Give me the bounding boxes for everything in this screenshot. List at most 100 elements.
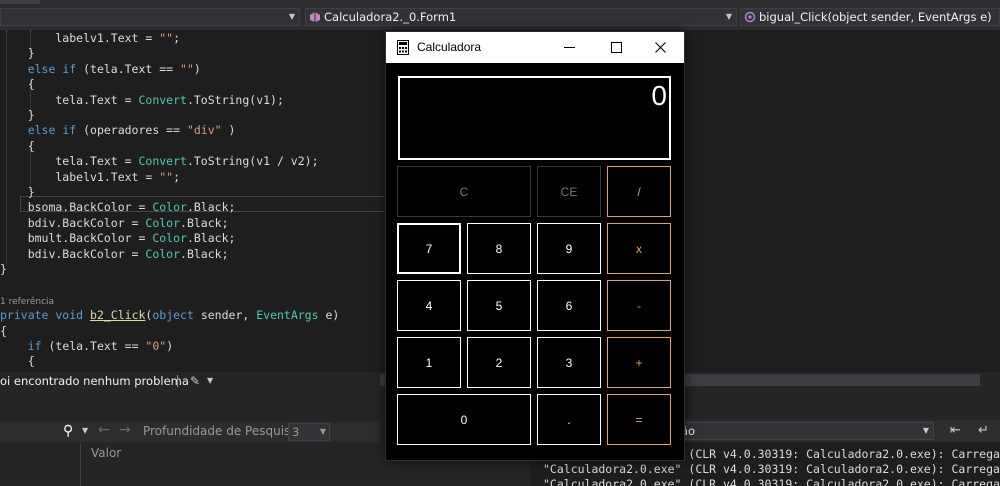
code-token: (tela.Text == [76, 61, 181, 76]
class-dropdown[interactable]: Calculadora2._0.Form1 ▼ [305, 8, 737, 26]
digit-8-button[interactable]: 8 [467, 223, 531, 274]
equals-button[interactable]: = [607, 394, 671, 445]
code-line[interactable]: } [0, 107, 35, 123]
maximize-icon [611, 42, 622, 53]
code-token: "div" [186, 123, 222, 138]
code-line[interactable]: bsoma.BackColor = Color.Black; [0, 199, 236, 215]
column-divider [80, 444, 81, 486]
code-line[interactable]: } [0, 45, 35, 61]
code-line[interactable]: } [0, 184, 35, 200]
code-line[interactable]: { [0, 138, 35, 154]
clear-output-icon[interactable]: ⇤ [950, 423, 961, 438]
code-line[interactable]: bdiv.BackColor = Color.Black; [0, 215, 229, 231]
calculator-icon [397, 40, 409, 55]
clear-button[interactable]: C [397, 166, 531, 217]
chevron-down-icon[interactable]: ▼ [82, 426, 88, 435]
code-line[interactable]: else if (operadores == "div" ) [0, 122, 236, 138]
chevron-down-icon: ▼ [288, 12, 295, 21]
project-dropdown[interactable]: ▼ [0, 8, 300, 26]
digit-3-button[interactable]: 3 [537, 337, 601, 388]
chevron-down-icon: ▼ [922, 426, 929, 435]
code-line[interactable]: bmult.BackColor = Color.Black; [0, 230, 236, 246]
divide-button[interactable]: / [607, 166, 671, 217]
code-token: Convert [138, 92, 187, 107]
code-line[interactable]: private void b2_Click(object sender, Eve… [0, 307, 339, 323]
column-header-valor[interactable]: Valor [91, 446, 121, 460]
code-line[interactable]: { [0, 76, 35, 92]
code-token: sender, [193, 308, 257, 323]
status-message: oi encontrado nenhum problema [0, 374, 189, 388]
chevron-down-icon: ▼ [319, 427, 326, 436]
back-arrow-icon[interactable]: ← [98, 422, 110, 438]
maximize-button[interactable] [593, 32, 639, 63]
minimize-button[interactable] [546, 32, 592, 63]
word-wrap-icon[interactable]: ↵ [978, 423, 989, 438]
code-line[interactable]: bdiv.BackColor = Color.Black; [0, 246, 229, 262]
code-token: "0" [145, 339, 167, 353]
digit-7-button[interactable]: 7 [397, 223, 461, 274]
code-token: .Black; [180, 246, 229, 261]
code-line[interactable]: labelv1.Text = ""; [0, 169, 180, 185]
code-line[interactable]: 1 referência [0, 292, 54, 308]
code-line[interactable]: tela.Text = Convert.ToString(v1); [0, 92, 284, 108]
digit-9-button[interactable]: 9 [537, 223, 601, 274]
multiply-button[interactable]: x [607, 223, 671, 274]
code-token: ) [193, 61, 201, 76]
close-button[interactable] [638, 32, 684, 63]
code-line[interactable]: tela.Text = Convert.ToString(v1 / v2); [0, 153, 318, 169]
calculator-window: Calculadora 0 C CE / 7 8 9 x 4 5 6 - 1 2… [385, 31, 685, 461]
code-token: "" [180, 61, 194, 76]
digit-2-button[interactable]: 2 [467, 337, 531, 388]
digit-0-button[interactable]: 0 [397, 394, 531, 445]
code-token: ; [173, 31, 181, 45]
divider [177, 375, 178, 387]
tab-stub[interactable] [0, 0, 40, 4]
title-bar[interactable]: Calculadora [386, 32, 684, 63]
code-token: } [0, 185, 35, 199]
output-source-dropdown[interactable]: ão ▼ [676, 422, 934, 440]
code-line[interactable]: } [0, 261, 7, 277]
code-token: .Black; [186, 231, 236, 246]
digit-4-button[interactable]: 4 [397, 280, 461, 331]
code-line[interactable]: { [0, 323, 7, 339]
digit-6-button[interactable]: 6 [537, 280, 601, 331]
decimal-point-button[interactable]: . [537, 394, 601, 445]
code-token: } [0, 262, 7, 276]
code-token: ; [173, 169, 181, 184]
search-depth-label: Profundidade de Pesquisa: [143, 424, 302, 438]
forward-arrow-icon[interactable]: → [119, 422, 131, 438]
method-icon [744, 11, 756, 23]
digit-1-button[interactable]: 1 [397, 337, 461, 388]
code-line[interactable]: if (tela.Text == "0") [0, 338, 173, 354]
code-line[interactable]: else if (tela.Text == "") [0, 61, 201, 77]
code-token: object [152, 308, 194, 323]
digit-5-button[interactable]: 5 [467, 280, 531, 331]
add-button[interactable]: + [607, 337, 671, 388]
output-line: "Calculadora2.0.exe" (CLR v4.0.30319: Ca… [543, 462, 1000, 476]
subtract-button[interactable]: - [607, 280, 671, 331]
member-dropdown[interactable]: bigual_Click(object sender, EventArgs e) [740, 8, 1000, 26]
code-line[interactable]: { [0, 353, 35, 369]
search-icon[interactable]: ⚲ [63, 423, 73, 439]
code-token: .Black; [186, 200, 236, 215]
clear-entry-button[interactable]: CE [537, 166, 601, 217]
search-depth-select[interactable]: 3 ▼ [288, 423, 330, 441]
code-token: } [0, 108, 35, 122]
code-token: bmult.BackColor = [0, 231, 153, 246]
code-token: private void [0, 308, 84, 323]
code-token: bdiv.BackColor = [0, 246, 146, 261]
code-token: .Black; [180, 215, 229, 230]
brush-icon[interactable]: ✎ [190, 372, 200, 390]
code-token: (operadores == [76, 123, 187, 138]
code-token: b2_Click [90, 308, 146, 323]
code-token: tela.Text = [0, 154, 139, 169]
output-line: "Calculadora2.0.exe" (CLR v4.0.30319: Ca… [543, 477, 1000, 486]
code-token: { [0, 138, 35, 153]
window-title: Calculadora [417, 40, 482, 54]
code-line[interactable]: labelv1.Text = ""; [0, 30, 180, 46]
code-token: (tela.Text == [41, 339, 146, 353]
chevron-down-icon[interactable]: ▼ [207, 372, 213, 390]
code-token: Color [152, 231, 187, 246]
